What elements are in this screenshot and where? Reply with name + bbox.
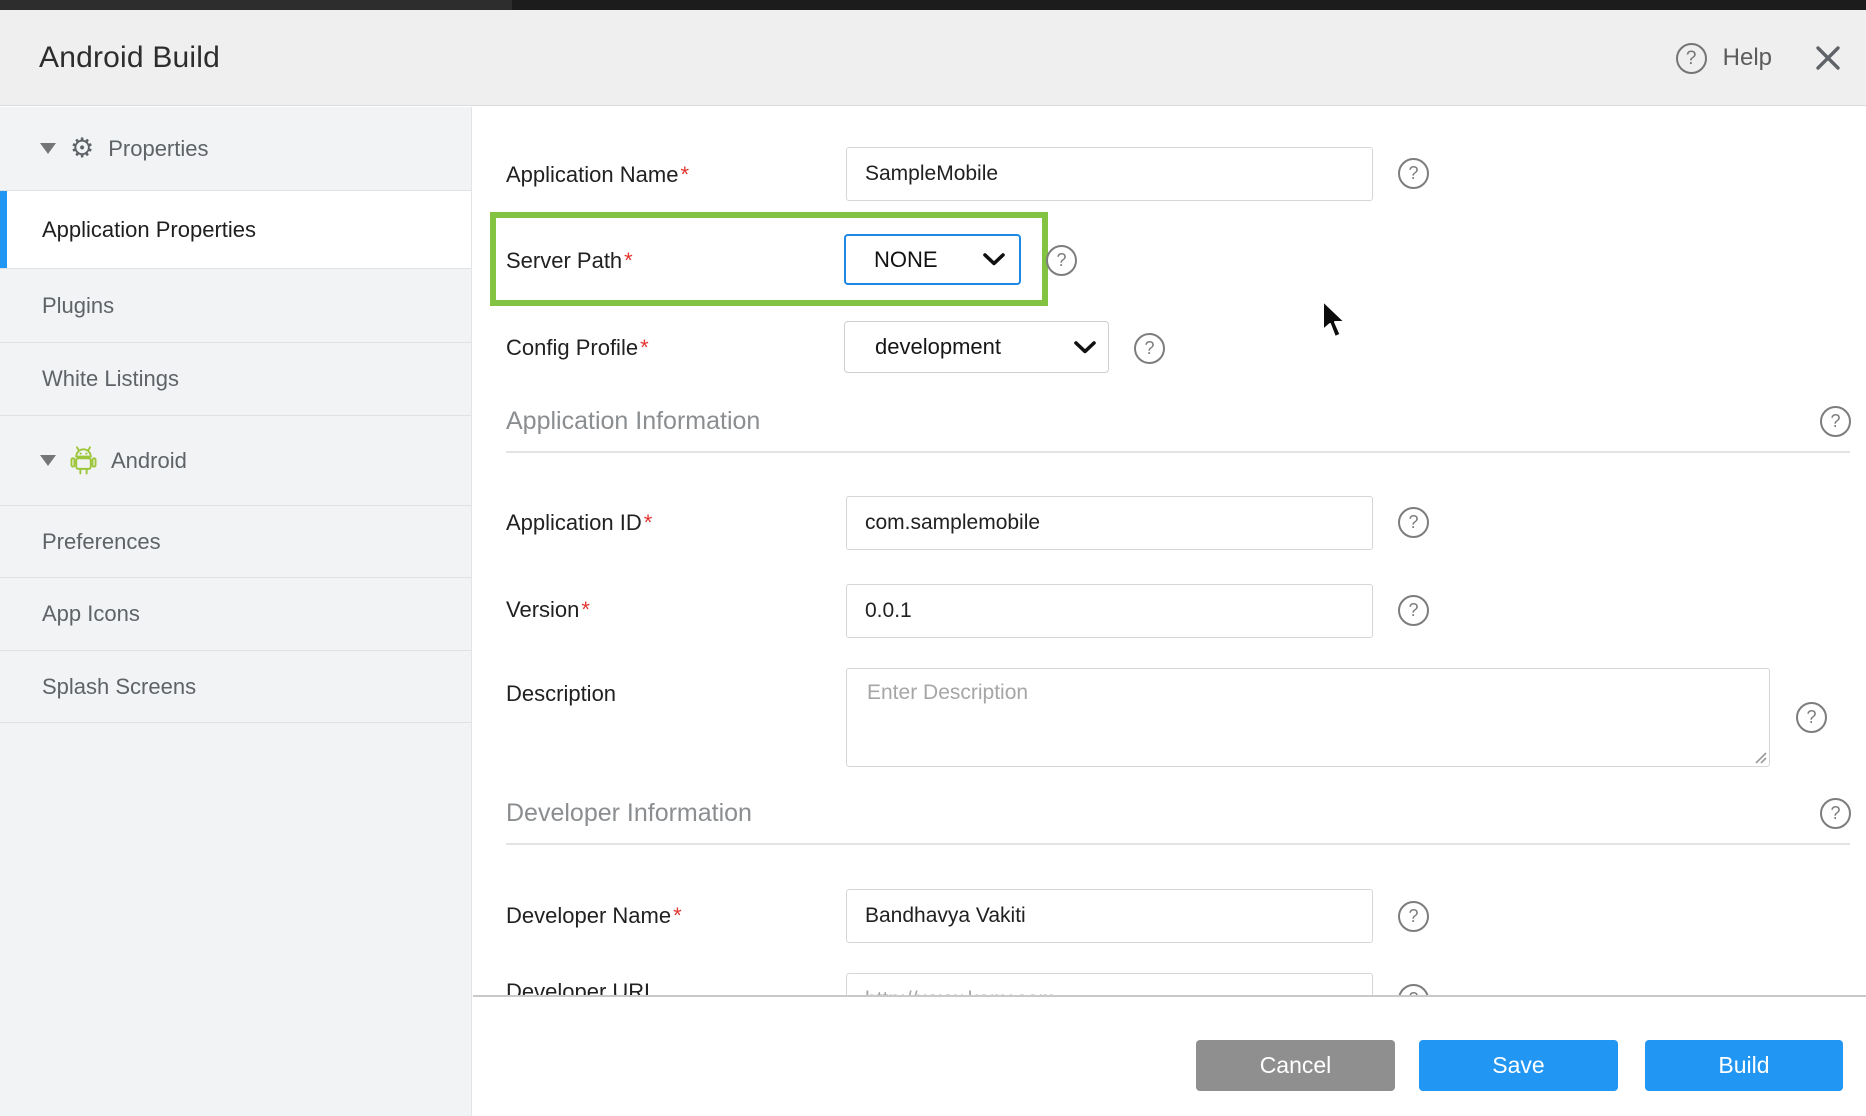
chevron-down-icon — [983, 253, 1005, 266]
chevron-down-icon — [1074, 341, 1096, 354]
required-asterisk: * — [680, 162, 689, 187]
server-path-label: Server Path* — [506, 248, 633, 274]
server-path-help-icon[interactable]: ? — [1046, 245, 1077, 276]
build-button[interactable]: Build — [1645, 1040, 1843, 1091]
description-help-icon[interactable]: ? — [1796, 702, 1827, 733]
sidebar-item-white-listings[interactable]: White Listings — [0, 343, 471, 416]
sidebar-group-properties[interactable]: ⚙ Properties — [0, 107, 471, 191]
required-asterisk: * — [640, 335, 649, 360]
caret-down-icon — [40, 143, 56, 154]
sidebar-item-label: Android — [111, 448, 187, 474]
version-input[interactable] — [846, 584, 1373, 638]
application-information-heading: Application Information — [506, 407, 760, 436]
description-textarea[interactable] — [846, 668, 1770, 767]
sidebar: ⚙ Properties Application Properties Plug… — [0, 107, 472, 1116]
required-asterisk: * — [644, 510, 653, 535]
help-icon[interactable]: ? — [1676, 43, 1707, 74]
developer-url-input[interactable] — [846, 973, 1373, 996]
application-information-help-icon[interactable]: ? — [1820, 406, 1851, 437]
android-build-dialog: Android Build ? Help ⚙ Properties Applic… — [0, 0, 1866, 1116]
section-divider — [506, 451, 1850, 453]
application-id-input[interactable] — [846, 496, 1373, 550]
sidebar-item-label: Splash Screens — [42, 674, 196, 700]
developer-information-help-icon[interactable]: ? — [1820, 798, 1851, 829]
sidebar-item-label: Properties — [108, 136, 208, 162]
application-name-input[interactable] — [846, 147, 1373, 201]
sidebar-item-splash-screens[interactable]: Splash Screens — [0, 651, 471, 723]
sidebar-item-application-properties[interactable]: Application Properties — [0, 191, 471, 269]
gear-icon: ⚙ — [70, 135, 94, 162]
version-label: Version* — [506, 597, 590, 623]
sidebar-item-label: Plugins — [42, 293, 114, 319]
sidebar-item-label: White Listings — [42, 366, 179, 392]
dialog-header: Android Build ? Help — [0, 10, 1866, 106]
config-profile-select[interactable]: development — [844, 321, 1109, 373]
close-icon[interactable] — [1814, 44, 1842, 72]
save-button[interactable]: Save — [1419, 1040, 1618, 1091]
server-path-selected-value: NONE — [874, 247, 938, 273]
dialog-title: Android Build — [0, 41, 220, 75]
application-name-help-icon[interactable]: ? — [1398, 158, 1429, 189]
sidebar-item-label: Application Properties — [42, 217, 256, 243]
required-asterisk: * — [581, 597, 590, 622]
application-name-label: Application Name* — [506, 162, 689, 188]
help-link[interactable]: Help — [1723, 44, 1772, 72]
developer-name-input[interactable] — [846, 889, 1373, 943]
application-id-label: Application ID* — [506, 510, 652, 536]
active-indicator — [0, 191, 7, 268]
config-profile-help-icon[interactable]: ? — [1134, 333, 1165, 364]
developer-information-heading: Developer Information — [506, 799, 752, 828]
required-asterisk: * — [673, 903, 682, 928]
sidebar-group-android[interactable]: Android — [0, 416, 471, 506]
sidebar-item-label: App Icons — [42, 601, 140, 627]
section-divider — [506, 843, 1850, 845]
developer-name-help-icon[interactable]: ? — [1398, 901, 1429, 932]
sidebar-item-preferences[interactable]: Preferences — [0, 506, 471, 578]
sidebar-item-plugins[interactable]: Plugins — [0, 269, 471, 343]
developer-name-label: Developer Name* — [506, 903, 682, 929]
cancel-button[interactable]: Cancel — [1196, 1040, 1395, 1091]
sidebar-item-label: Preferences — [42, 529, 161, 555]
form-scroll-area: Application Name* ? Server Path* NONE ? … — [473, 107, 1866, 996]
content-bottom-divider — [473, 995, 1866, 997]
required-asterisk: * — [624, 248, 633, 273]
caret-down-icon — [40, 455, 56, 466]
description-label: Description — [506, 681, 616, 707]
application-id-help-icon[interactable]: ? — [1398, 507, 1429, 538]
developer-url-label: Developer URL — [506, 979, 656, 996]
server-path-select[interactable]: NONE — [844, 234, 1021, 285]
android-icon — [70, 446, 97, 475]
sidebar-item-app-icons[interactable]: App Icons — [0, 578, 471, 651]
config-profile-selected-value: development — [875, 334, 1001, 360]
window-top-strip — [0, 0, 1866, 10]
config-profile-label: Config Profile* — [506, 335, 649, 361]
version-help-icon[interactable]: ? — [1398, 595, 1429, 626]
